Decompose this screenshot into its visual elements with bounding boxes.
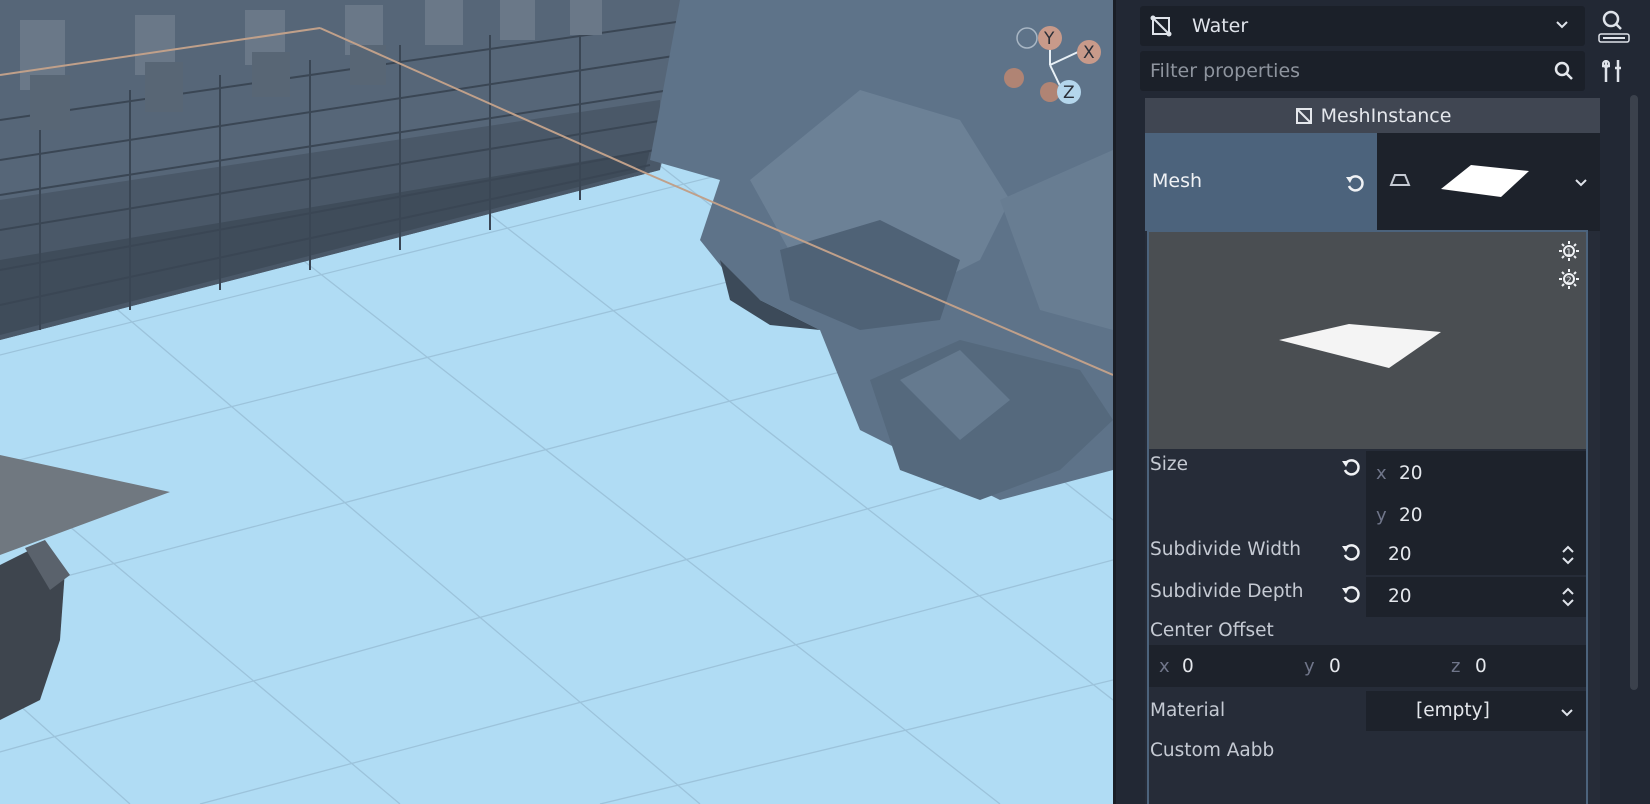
svg-text:2: 2: [1566, 276, 1572, 286]
material-picker[interactable]: [empty]: [1366, 691, 1586, 731]
mesh-label: Mesh: [1152, 170, 1203, 192]
preview-plane: [1279, 324, 1441, 368]
filter-placeholder: Filter properties: [1150, 60, 1301, 82]
light-toggle-icon[interactable]: 1: [1558, 240, 1580, 262]
inspector-scrollbar[interactable]: [1630, 95, 1638, 690]
spinner-arrows-icon[interactable]: [1560, 544, 1576, 566]
node-selector[interactable]: Water: [1140, 6, 1585, 46]
chevron-down-icon: [1556, 21, 1568, 29]
search-icon: [1554, 61, 1573, 80]
mesh-instance-icon: [1295, 107, 1312, 124]
mesh-preview[interactable]: 1 2: [1149, 232, 1586, 449]
revert-icon[interactable]: [1340, 584, 1362, 606]
revert-icon[interactable]: [1340, 457, 1362, 479]
co-x-value[interactable]: 0: [1182, 656, 1194, 677]
mesh-subresource-editor: 1 2 Size x 20 y 20 Subdivide Width 20 Su…: [1147, 230, 1588, 804]
stone-wall: [0, 0, 700, 340]
revert-icon[interactable]: [1344, 173, 1366, 195]
spinner-arrows-icon[interactable]: [1560, 586, 1576, 608]
chevron-down-icon: [1575, 179, 1587, 187]
object-tools-icon[interactable]: [1600, 56, 1630, 86]
gizmo-z-label: Z: [1063, 83, 1075, 103]
subdivide-depth-label: Subdivide Depth: [1150, 581, 1304, 602]
chevron-down-icon: [1561, 709, 1573, 717]
revert-icon[interactable]: [1340, 542, 1362, 564]
co-z-axis: z: [1451, 656, 1461, 677]
orientation-gizmo[interactable]: Y X Z: [995, 20, 1105, 110]
scene-render: [0, 0, 1113, 804]
subdivide-width-spinbox[interactable]: 20: [1366, 535, 1586, 575]
mesh-property: Mesh: [1145, 133, 1600, 231]
plane-mesh-icon: [1389, 174, 1411, 186]
gizmo-neg-x[interactable]: [1004, 68, 1024, 88]
co-y-axis: y: [1304, 656, 1315, 677]
center-offset-label: Center Offset: [1150, 620, 1274, 641]
filter-properties-input[interactable]: Filter properties: [1140, 51, 1585, 91]
subdivide-width-label: Subdivide Width: [1150, 539, 1301, 560]
subdivide-depth-value[interactable]: 20: [1388, 586, 1412, 607]
section-title: MeshInstance: [1320, 104, 1452, 127]
gizmo-x-label: X: [1083, 43, 1095, 63]
size-x-axis: x: [1376, 463, 1387, 484]
light-toggle-icon[interactable]: 2: [1558, 268, 1580, 290]
property-list: MeshInstance Mesh 1 2 Size x 20 y 20 Sub…: [1145, 98, 1600, 804]
mesh-instance-icon: [1150, 15, 1172, 37]
svg-text:1: 1: [1566, 248, 1572, 258]
node-name: Water: [1192, 15, 1249, 37]
gizmo-neg-y[interactable]: [1016, 27, 1038, 49]
mesh-label-cell: Mesh: [1145, 133, 1377, 231]
size-y-value[interactable]: 20: [1399, 505, 1423, 526]
foreground-object: [0, 455, 170, 720]
3d-viewport[interactable]: Y X Z: [0, 0, 1113, 804]
size-y-axis: y: [1376, 505, 1387, 526]
mesh-thumbnail: [1441, 165, 1529, 197]
section-header[interactable]: MeshInstance: [1145, 98, 1600, 133]
gizmo-y-label: Y: [1043, 29, 1055, 49]
center-offset-vector-field[interactable]: x 0 y 0 z 0: [1149, 645, 1586, 687]
co-x-axis: x: [1159, 656, 1170, 677]
custom-aabb-label: Custom Aabb: [1150, 740, 1275, 761]
inspector-panel: Water Filter properties MeshInstance Mes…: [1113, 0, 1650, 804]
size-label: Size: [1150, 454, 1188, 475]
size-vector-field[interactable]: x 20 y 20: [1366, 451, 1586, 535]
material-value: [empty]: [1416, 700, 1490, 721]
subdivide-depth-spinbox[interactable]: 20: [1366, 577, 1586, 617]
co-y-value[interactable]: 0: [1329, 656, 1341, 677]
subdivide-width-value[interactable]: 20: [1388, 544, 1412, 565]
material-label: Material: [1150, 700, 1226, 721]
mesh-resource-picker[interactable]: [1377, 133, 1600, 231]
co-z-value[interactable]: 0: [1475, 656, 1487, 677]
doc-search-icon[interactable]: [1597, 8, 1631, 44]
size-x-value[interactable]: 20: [1399, 463, 1423, 484]
